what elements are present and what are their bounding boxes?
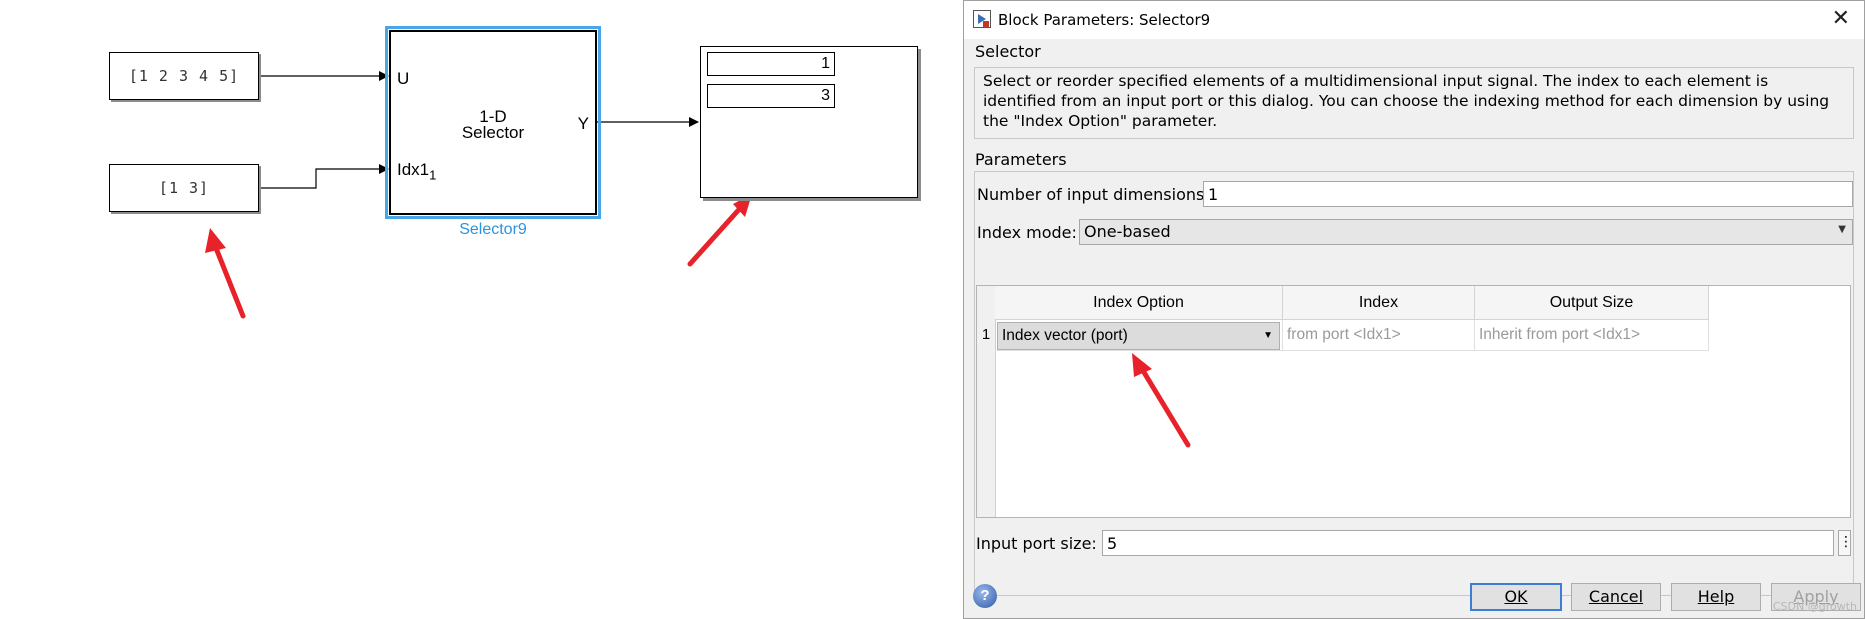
constant-block-vector[interactable]: [1 2 3 4 5] [109,52,259,100]
port-idx-subscript: 1 [429,167,437,183]
annotation-arrow-constant [211,240,246,319]
watermark: CSDN @growth [1772,600,1857,613]
port-idx-text: Idx1 [397,160,430,179]
dialog-titlebar[interactable]: Block Parameters: Selector9 ✕ [964,1,1864,39]
signal-line-idx [258,164,389,189]
block-type-heading: Selector [975,42,1041,61]
simulink-canvas[interactable]: [1 2 3 4 5] [1 3] U Idx11 Y 1-D Selector… [0,0,960,619]
help-button[interactable]: Help [1671,583,1761,611]
simulink-block-icon [973,10,991,28]
port-size-input[interactable] [1102,530,1834,556]
header-output-size: Output Size [1475,286,1709,320]
header-index-option: Index Option [995,286,1283,320]
selector-block[interactable]: U Idx11 Y 1-D Selector [385,26,601,219]
description-text: Select or reorder specified elements of … [983,72,1830,130]
more-options-icon[interactable]: ⋮ [1838,530,1853,556]
port-size-label: Input port size: [976,534,1097,553]
annotation-arrowhead-constant [205,228,226,253]
num-dims-input[interactable] [1203,181,1853,207]
index-mode-select[interactable]: One-based ▼ [1079,219,1853,245]
index-option-value: Index vector (port) [1002,327,1128,344]
constant-index-label: [1 3] [158,179,210,197]
chevron-down-icon: ▼ [1263,330,1273,341]
port-u-label: U [397,69,410,88]
row-number: 1 [981,326,991,343]
cancel-button[interactable]: Cancel [1571,583,1661,611]
index-mode-value: One-based [1084,222,1171,241]
selector-block-name[interactable]: Selector9 [393,221,593,239]
display-row-2: 3 [707,84,835,108]
display-row-1: 1 [707,52,835,76]
constant-vector-label: [1 2 3 4 5] [128,67,240,85]
ok-button[interactable]: OK [1470,583,1562,611]
close-icon[interactable]: ✕ [1832,6,1850,31]
constant-block-index[interactable]: [1 3] [109,164,259,212]
index-cell: from port <Idx1> [1283,320,1475,351]
block-description: Select or reorder specified elements of … [974,67,1854,139]
index-mode-label: Index mode: [977,223,1077,242]
parameters-heading: Parameters [975,150,1067,169]
dialog-title: Block Parameters: Selector9 [998,11,1211,29]
annotation-arrow-display [687,202,746,267]
port-idx-label: Idx11 [397,160,436,182]
display-block[interactable]: 1 3 [700,46,918,198]
selector-title-line2: Selector [461,123,525,142]
annotation-arrow-table [1132,353,1191,448]
num-dims-label: Number of input dimensions: [977,185,1210,204]
index-options-table: Index Option Index Output Size 1 Index v… [976,285,1851,518]
help-icon[interactable]: ? [973,584,997,608]
output-size-cell: Inherit from port <Idx1> [1475,320,1709,351]
header-index: Index [1283,286,1475,320]
chevron-down-icon: ▼ [1838,224,1846,235]
